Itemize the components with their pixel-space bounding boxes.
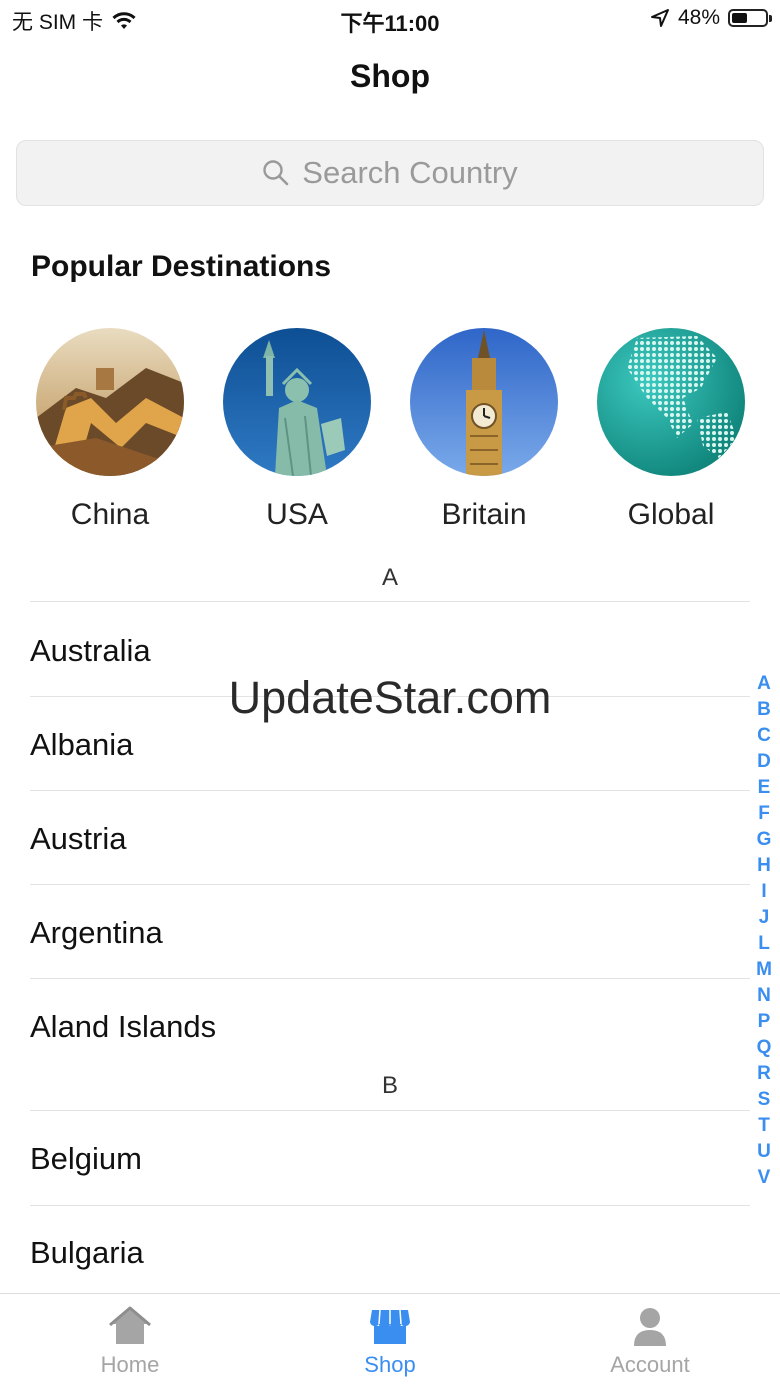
country-row[interactable]: Australia xyxy=(30,633,730,669)
destination-usa[interactable]: USA xyxy=(222,328,372,532)
tab-label: Home xyxy=(100,1352,160,1377)
page-title: Shop xyxy=(350,58,430,94)
index-letter[interactable]: C xyxy=(754,723,774,749)
index-letter[interactable]: S xyxy=(754,1087,774,1113)
tab-bar: Home Shop Account xyxy=(0,1293,780,1388)
account-icon xyxy=(634,1308,666,1346)
index-letter[interactable]: B xyxy=(754,697,774,723)
location-arrow-icon xyxy=(650,9,669,27)
divider xyxy=(30,1110,750,1111)
divider xyxy=(30,978,750,979)
index-letter[interactable]: H xyxy=(754,853,774,879)
big-ben-image xyxy=(410,328,558,476)
index-letter[interactable]: N xyxy=(754,983,774,1009)
great-wall-image xyxy=(36,328,184,476)
index-letter[interactable]: Q xyxy=(754,1035,774,1061)
country-row[interactable]: Bulgaria xyxy=(30,1235,730,1271)
index-letter[interactable]: D xyxy=(754,749,774,775)
country-row[interactable]: Aland Islands xyxy=(30,1009,730,1045)
index-letter[interactable]: U xyxy=(754,1139,774,1165)
status-bar: 无 SIM 卡 下午11:00 48% xyxy=(0,0,780,40)
statue-of-liberty-image xyxy=(223,328,371,476)
tab-label: Shop xyxy=(364,1352,416,1377)
home-icon xyxy=(109,1306,151,1344)
destination-label: Global xyxy=(627,498,715,531)
tab-home[interactable]: Home xyxy=(0,1294,260,1388)
battery-percent: 48% xyxy=(677,6,720,29)
index-letter[interactable]: T xyxy=(754,1113,774,1139)
index-letter[interactable]: M xyxy=(754,957,774,983)
divider xyxy=(30,1205,750,1206)
watermark: UpdateStar.com xyxy=(228,672,552,723)
alphabet-index-bar[interactable]: A B C D E F G H I J L M N P Q R S T U V xyxy=(754,671,774,1191)
search-placeholder: Search Country xyxy=(302,155,518,190)
tab-shop[interactable]: Shop xyxy=(260,1294,520,1388)
index-letter[interactable]: L xyxy=(754,931,774,957)
destination-china[interactable]: China xyxy=(35,328,185,532)
destination-label: China xyxy=(70,498,150,531)
destination-label: Britain xyxy=(441,498,527,531)
destination-global[interactable]: Global xyxy=(596,328,746,532)
shop-icon xyxy=(370,1309,410,1344)
country-row[interactable]: Austria xyxy=(30,821,730,857)
country-row[interactable]: Albania xyxy=(30,727,730,763)
section-header-b: B xyxy=(381,1072,398,1099)
divider xyxy=(30,790,750,791)
search-icon xyxy=(263,160,289,186)
globe-image xyxy=(597,328,745,476)
country-row[interactable]: Belgium xyxy=(30,1141,730,1177)
index-letter[interactable]: J xyxy=(754,905,774,931)
tab-account[interactable]: Account xyxy=(520,1294,780,1388)
index-letter[interactable]: F xyxy=(754,801,774,827)
destination-britain[interactable]: Britain xyxy=(409,328,559,532)
index-letter[interactable]: G xyxy=(754,827,774,853)
index-letter[interactable]: V xyxy=(754,1165,774,1191)
index-letter[interactable]: E xyxy=(754,775,774,801)
battery-icon xyxy=(728,9,772,27)
country-row[interactable]: Argentina xyxy=(30,915,730,951)
section-header-a: A xyxy=(381,564,398,591)
search-input[interactable]: Search Country xyxy=(16,140,764,206)
destination-label: USA xyxy=(266,498,328,531)
index-letter[interactable]: A xyxy=(754,671,774,697)
status-right: 48% xyxy=(650,6,772,30)
index-letter[interactable]: R xyxy=(754,1061,774,1087)
divider xyxy=(30,601,750,602)
popular-destinations-title: Popular Destinations xyxy=(31,250,332,283)
divider xyxy=(30,884,750,885)
tab-label: Account xyxy=(610,1352,690,1377)
index-letter[interactable]: P xyxy=(754,1009,774,1035)
index-letter[interactable]: I xyxy=(754,879,774,905)
